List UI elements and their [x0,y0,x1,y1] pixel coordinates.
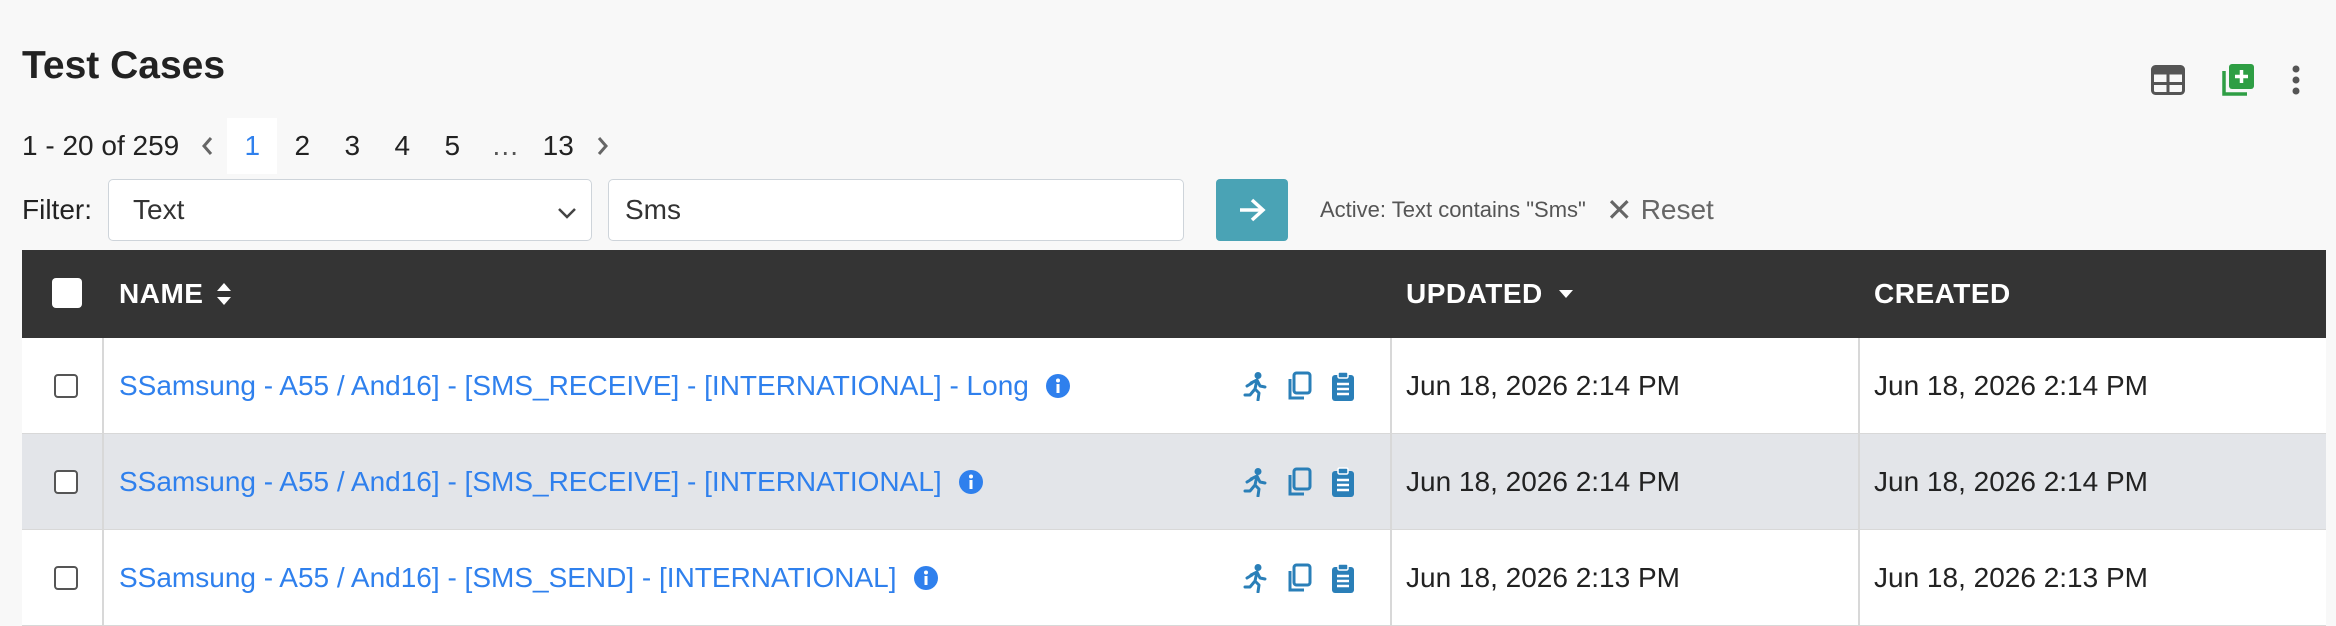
test-case-link[interactable]: SSamsung - A55 / And16] - [SMS_SEND] - [… [119,530,939,625]
column-divider [1858,338,1860,433]
table-header: NAME UPDATED CREATED [22,250,2326,338]
filter-text-input[interactable]: Sms [608,179,1184,241]
column-divider [102,434,104,529]
select-all-checkbox[interactable] [52,278,82,308]
column-updated-label: UPDATED [1406,278,1543,309]
column-divider [1858,434,1860,529]
updated-date: Jun 18, 2026 2:14 PM [1406,465,1680,497]
filter-label: Filter: [22,194,92,225]
updated-date: Jun 18, 2026 2:14 PM [1406,369,1680,401]
info-icon[interactable] [958,469,984,495]
chevron-down-icon [557,194,577,226]
clipboard-icon[interactable] [1328,369,1358,403]
chevron-right-icon[interactable] [583,136,623,156]
test-case-name: SSamsung - A55 / And16] - [SMS_RECEIVE] … [119,369,1029,401]
filter-field-select[interactable]: Text [108,179,592,241]
created-date: Jun 18, 2026 2:14 PM [1874,465,2148,497]
column-divider [1858,530,1860,625]
page-5[interactable]: 5 [427,118,477,174]
table-row: SSamsung - A55 / And16] - [SMS_RECEIVE] … [22,434,2326,530]
clipboard-icon[interactable] [1328,561,1358,595]
column-divider [1390,434,1392,529]
test-case-link[interactable]: SSamsung - A55 / And16] - [SMS_RECEIVE] … [119,338,1071,433]
column-created[interactable]: CREATED [1874,278,2011,310]
reset-label: Reset [1640,194,1714,225]
toolbar [2148,60,2306,100]
close-icon: ✕ [1605,192,1633,228]
filter-bar: Filter: Text Sms Active: Text contains "… [22,178,1714,242]
arrow-right-icon [1240,198,1266,222]
created-date: Jun 18, 2026 2:13 PM [1874,561,2148,593]
column-name[interactable]: NAME [119,278,233,310]
column-created-label: CREATED [1874,278,2011,309]
test-case-link[interactable]: SSamsung - A55 / And16] - [SMS_RECEIVE] … [119,434,984,529]
add-box-icon[interactable] [2218,60,2258,100]
column-updated[interactable]: UPDATED [1406,278,1575,310]
row-checkbox[interactable] [54,374,78,398]
filter-field-value: Text [133,194,185,225]
updated-date: Jun 18, 2026 2:13 PM [1406,561,1680,593]
clipboard-icon[interactable] [1328,465,1358,499]
active-filter-text: Active: Text contains "Sms" [1320,197,1586,222]
test-case-name: SSamsung - A55 / And16] - [SMS_RECEIVE] … [119,465,942,497]
copy-icon[interactable] [1284,369,1314,403]
column-name-label: NAME [119,278,204,309]
column-divider [1390,338,1392,433]
run-icon[interactable] [1240,561,1270,595]
row-actions [1240,338,1372,433]
column-divider [102,338,104,433]
more-vertical-icon[interactable] [2286,60,2306,100]
range-text: 1 - 20 of 259 [22,130,180,161]
chevron-left-icon[interactable] [187,136,227,156]
info-icon[interactable] [1045,373,1071,399]
row-checkbox[interactable] [54,470,78,494]
row-checkbox[interactable] [54,566,78,590]
page-2[interactable]: 2 [277,118,327,174]
test-case-name: SSamsung - A55 / And16] - [SMS_SEND] - [… [119,561,897,593]
apply-filter-button[interactable] [1216,179,1288,241]
created-date: Jun 18, 2026 2:14 PM [1874,369,2148,401]
page-ellipsis: … [491,130,520,161]
pagination: 1 - 20 of 259 1 2 3 4 5 … 13 [22,118,623,174]
page-title: Test Cases [22,44,226,87]
info-icon[interactable] [913,565,939,591]
table-row: SSamsung - A55 / And16] - [SMS_SEND] - [… [22,530,2326,626]
run-icon[interactable] [1240,465,1270,499]
test-cases-table: NAME UPDATED CREATED SSamsung - A55 / An… [22,250,2326,626]
page-last[interactable]: 13 [533,118,583,174]
page-3[interactable]: 3 [327,118,377,174]
copy-icon[interactable] [1284,561,1314,595]
run-icon[interactable] [1240,369,1270,403]
copy-icon[interactable] [1284,465,1314,499]
reset-button[interactable]: ✕ Reset [1606,191,1714,229]
column-divider [102,530,104,625]
page-4[interactable]: 4 [377,118,427,174]
page-1[interactable]: 1 [227,118,278,174]
table-row: SSamsung - A55 / And16] - [SMS_RECEIVE] … [22,338,2326,434]
sort-icon [217,283,232,305]
column-divider [1390,530,1392,625]
sort-desc-icon [1558,290,1573,298]
row-actions [1240,530,1372,625]
table-columns-icon[interactable] [2148,60,2188,100]
row-actions [1240,434,1372,529]
